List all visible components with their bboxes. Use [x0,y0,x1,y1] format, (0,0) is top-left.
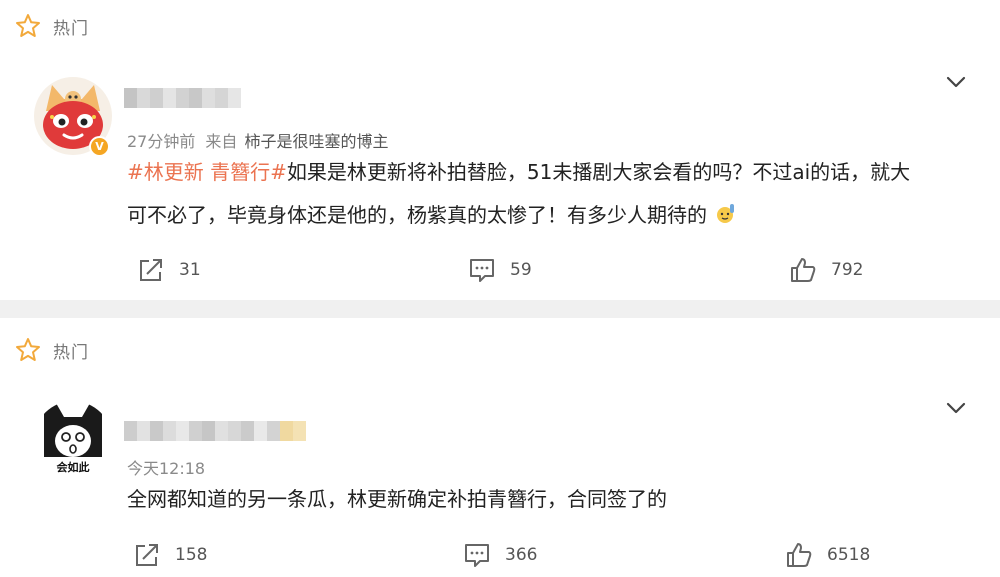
repost-button[interactable]: 158 [132,540,207,570]
raising-hand-emoji [717,204,735,223]
post-text-line1: 全网都知道的另一条瓜，林更新确定补拍青簪行，合同签了的 [127,487,667,511]
verified-badge: V [89,136,110,157]
comment-count: 59 [510,260,532,280]
chevron-down-icon[interactable] [944,396,968,420]
hot-header: 热门 [14,12,89,40]
post-time: 今天12:18 [127,459,206,478]
comment-button[interactable]: 59 [467,255,532,285]
like-button[interactable]: 6518 [784,540,870,570]
star-icon [16,14,40,37]
username-blurred[interactable] [124,88,241,108]
like-button[interactable]: 792 [788,255,863,285]
hot-label: 热门 [53,342,89,363]
post-card: 热门 V 27分钟前 来自 柿子是很哇塞的博主 #林更新 青簪行#如果是林更新将… [0,0,1000,300]
username-blurred[interactable] [124,421,306,441]
like-count: 792 [831,260,864,280]
post-meta: 今天12:18 [127,455,205,479]
like-icon [787,543,812,567]
source-name[interactable]: 柿子是很哇塞的博主 [244,132,388,151]
like-icon [791,258,816,282]
repost-count: 31 [179,260,201,280]
post-content: 全网都知道的另一条瓜，林更新确定补拍青簪行，合同签了的 [127,478,967,521]
post-card: 热门 会如此 今天12:18 全网都知道的另一条瓜，林更新确定补拍青簪行，合同签… [0,318,1000,577]
repost-icon [136,544,158,566]
post-text-line2: 可不必了，毕竟身体还是他的，杨紫真的太惨了！有多少人期待的 [127,203,707,227]
source-prefix: 来自 [205,132,238,151]
chevron-down-icon[interactable] [944,70,968,94]
post-time: 27分钟前 [127,132,196,151]
avatar-text: 会如此 [57,460,90,474]
avatar-image: 会如此 [34,401,112,479]
avatar[interactable]: 会如此 [34,401,112,479]
comment-button[interactable]: 366 [462,540,537,570]
comment-icon [470,259,494,282]
topic-link[interactable]: #林更新 青簪行# [127,160,287,184]
hot-header: 热门 [14,336,89,364]
hot-label: 热门 [53,18,89,39]
like-count: 6518 [827,545,871,565]
post-content: #林更新 青簪行#如果是林更新将补拍替脸，51未播剧大家会看的吗？不过ai的话，… [127,151,967,237]
repost-button[interactable]: 31 [136,255,201,285]
repost-icon [140,259,162,281]
repost-count: 158 [175,545,208,565]
comment-count: 366 [505,545,538,565]
post-meta: 27分钟前 来自 柿子是很哇塞的博主 [127,128,389,152]
comment-icon [465,544,489,567]
post-text-line1: 如果是林更新将补拍替脸，51未播剧大家会看的吗？不过ai的话，就大 [286,160,911,184]
star-icon [16,338,40,361]
